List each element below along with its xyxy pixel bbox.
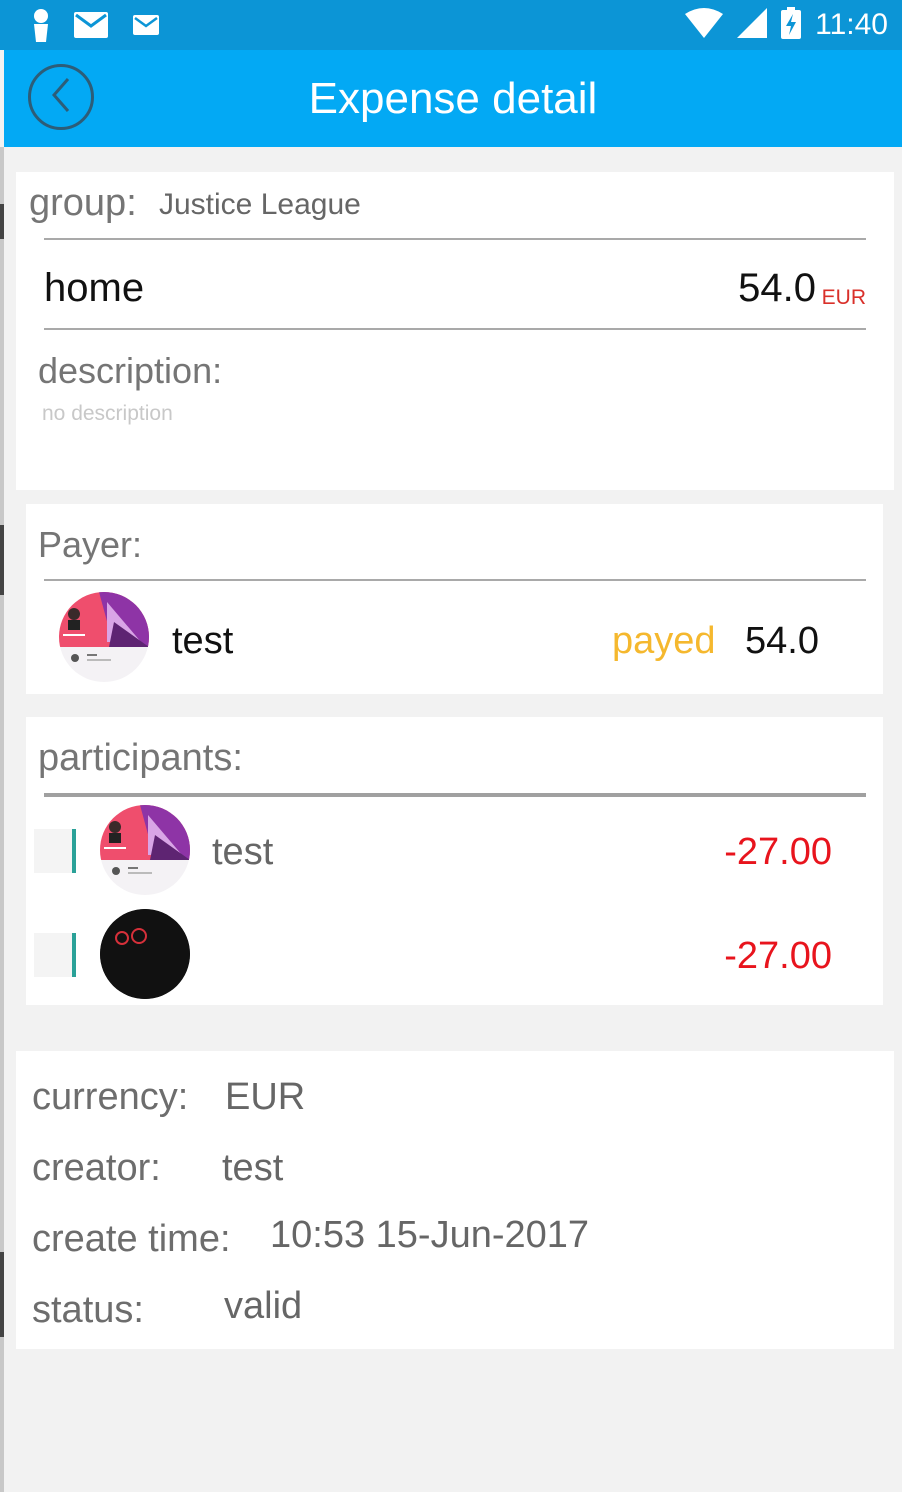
- page-title: Expense detail: [308, 74, 598, 123]
- participants-section-label: participants:: [38, 737, 243, 779]
- expense-category: home: [44, 266, 145, 310]
- battery-charging-icon: [781, 6, 802, 44]
- wifi-icon: [685, 7, 724, 43]
- divider: [44, 793, 866, 797]
- description-label: description:: [38, 350, 223, 391]
- clock-time: 11:40: [815, 8, 888, 41]
- payer-section-label: Payer:: [38, 524, 143, 565]
- create-time-label: create time:: [32, 1218, 231, 1260]
- payer-card: Payer: test payed 54.0: [26, 504, 883, 694]
- participant-name: test: [212, 831, 274, 873]
- selection-box: [34, 829, 72, 873]
- currency-value: EUR: [225, 1076, 306, 1118]
- creator-row: creator: test: [32, 1147, 283, 1190]
- participant-marker: [72, 829, 76, 873]
- participant-avatar: [100, 909, 190, 999]
- payer-name: test: [172, 620, 234, 662]
- participant-avatar: [100, 805, 190, 895]
- list-item[interactable]: -27.00: [26, 907, 883, 1007]
- description-value: no description: [42, 402, 173, 425]
- creator-value: test: [222, 1147, 284, 1189]
- app-toolbar: Expense detail: [4, 50, 902, 147]
- signal-icon: [737, 7, 768, 43]
- payer-avatar[interactable]: [59, 592, 149, 682]
- currency-row: currency: EUR: [32, 1076, 305, 1119]
- participant-marker: [72, 933, 76, 977]
- creator-label: creator:: [32, 1147, 161, 1189]
- person-icon: [30, 8, 52, 47]
- participants-card: participants: test -27.00 -27.00: [26, 717, 883, 1005]
- left-edge-strip: [0, 147, 4, 1492]
- create-time-value: 10:53 15-Jun-2017: [270, 1214, 590, 1256]
- expense-currency: EUR: [821, 286, 866, 309]
- expense-amount: 54.0: [738, 266, 816, 310]
- list-item[interactable]: test -27.00: [26, 803, 883, 903]
- group-name[interactable]: Justice League: [159, 188, 361, 222]
- divider: [44, 328, 866, 330]
- selection-box: [34, 933, 72, 977]
- mail-icon: [74, 12, 108, 43]
- email-alt-icon: [130, 12, 160, 43]
- status-value: valid: [224, 1285, 303, 1327]
- payer-amount: 54.0: [745, 620, 819, 662]
- currency-label: currency:: [32, 1076, 189, 1118]
- participant-amount: -27.00: [724, 935, 832, 977]
- participant-amount: -27.00: [724, 831, 832, 873]
- status-bar: 11:40: [0, 0, 902, 50]
- divider: [44, 579, 866, 581]
- status-label: status:: [32, 1289, 144, 1331]
- expense-summary-card: group: Justice League home 54.0 EUR desc…: [16, 172, 894, 490]
- payer-status: payed: [612, 620, 716, 662]
- status-row: status: valid: [32, 1285, 302, 1332]
- group-label: group:: [29, 182, 137, 224]
- divider: [44, 238, 866, 240]
- create-time-row: create time: 10:53 15-Jun-2017: [32, 1214, 589, 1261]
